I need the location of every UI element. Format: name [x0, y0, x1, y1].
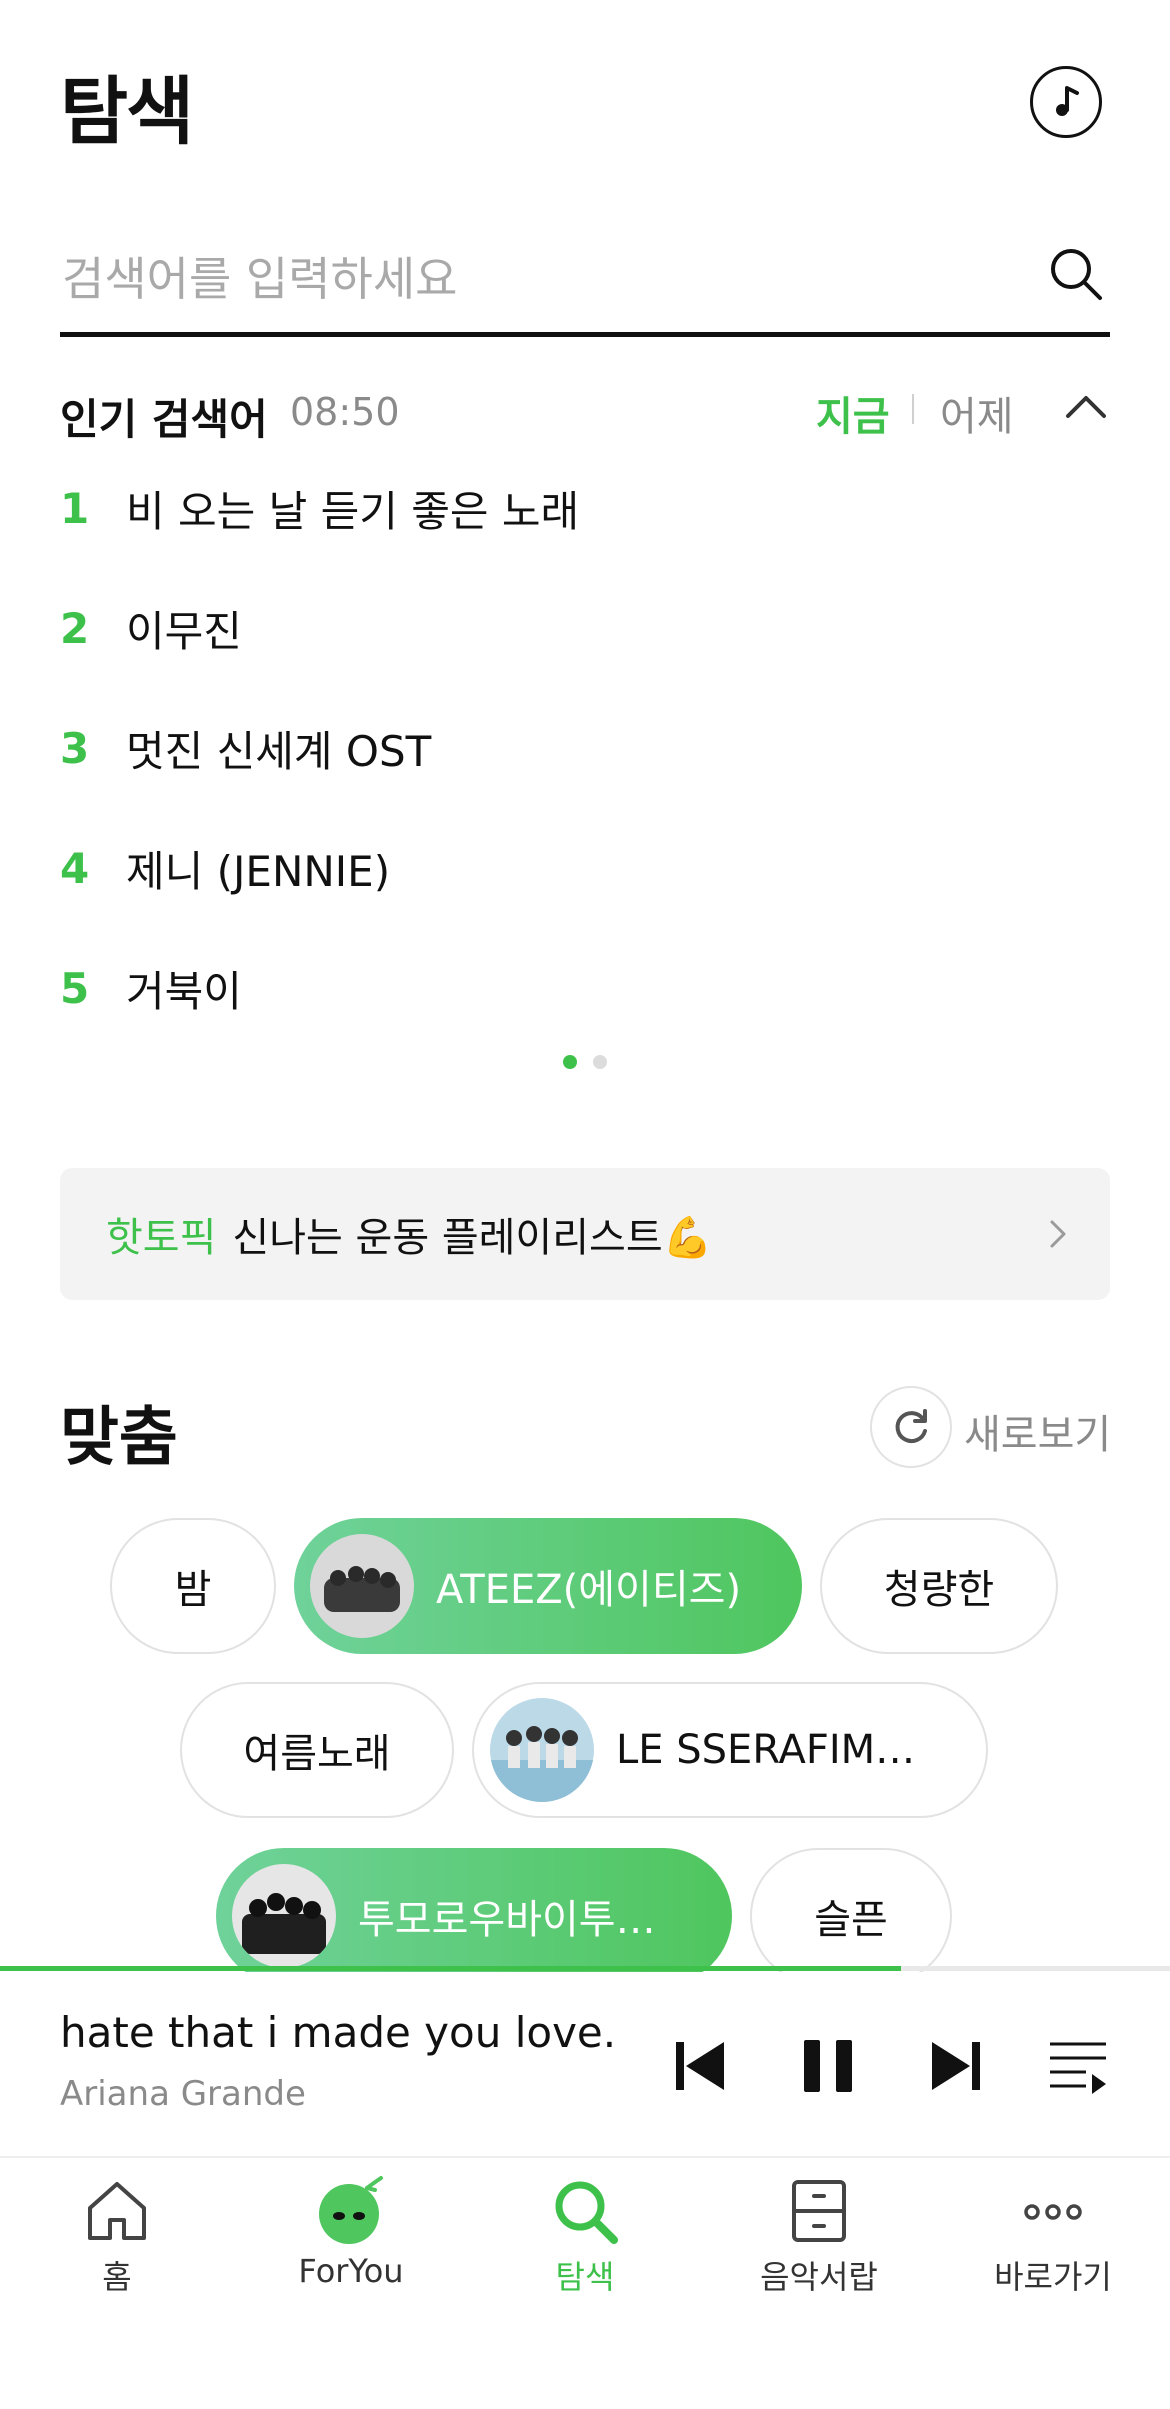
chip-label: 청량한 [883, 1567, 995, 1613]
mini-player[interactable] [0, 1972, 1170, 2156]
skip-previous-icon [676, 2042, 724, 2090]
refresh-icon [895, 1409, 927, 1444]
chip-label: 밤 [174, 1567, 212, 1613]
playback-progress-fill [0, 1966, 901, 1971]
tab-now[interactable]: 지금 [816, 384, 890, 442]
tag-chip[interactable]: 청량한 [820, 1518, 1058, 1654]
collapse-button[interactable] [1064, 384, 1108, 432]
rank-number: 4 [60, 843, 90, 893]
search-term: 제니 (JENNIE) [126, 846, 391, 896]
pause-icon [804, 2040, 852, 2092]
chip-label: LE SSERAFIM… [616, 1727, 916, 1773]
tab-yesterday[interactable]: 어제 [940, 384, 1014, 442]
page-dot [593, 1055, 607, 1069]
pause-button[interactable] [800, 2036, 856, 2100]
popular-searches-title: 인기 검색어 [60, 395, 268, 444]
next-button[interactable] [928, 2036, 984, 2100]
hot-topic-text: 신나는 운동 플레이리스트💪 [232, 1215, 713, 1261]
hot-topic-banner[interactable]: 핫토픽 신나는 운동 플레이리스트💪 [60, 1168, 1110, 1300]
artist-avatar [232, 1864, 336, 1968]
tag-chip[interactable]: 슬픈 [750, 1848, 952, 1984]
search-term: 이무진 [126, 606, 242, 656]
tab-divider [912, 394, 914, 424]
nav-music-drawer[interactable]: 음악서랍 [702, 2176, 936, 2298]
now-playing-artist[interactable]: Ariana Grande [60, 2074, 306, 2114]
search-term: 비 오는 날 듣기 좋은 노래 [126, 486, 580, 536]
search-term: 거북이 [126, 966, 242, 1016]
popular-searches-time: 08:50 [290, 390, 400, 434]
hot-topic-label: 핫토픽 [106, 1215, 217, 1261]
nav-label: 탐색 [555, 2258, 615, 2296]
tag-chip[interactable]: 여름노래 [180, 1682, 454, 1818]
music-recognition-button[interactable] [1030, 66, 1102, 138]
skip-next-icon [932, 2042, 980, 2090]
drawer-icon [792, 2180, 846, 2242]
artist-chip[interactable]: LE SSERAFIM… [472, 1682, 988, 1818]
chip-label: 투모로우바이투… [358, 1897, 656, 1943]
chip-label: 슬픈 [814, 1897, 888, 1943]
page-dot-active [563, 1055, 577, 1069]
popular-search-item[interactable]: 4 제니 (JENNIE) [60, 828, 1110, 908]
bottom-nav-divider [0, 2156, 1170, 2158]
previous-button[interactable] [672, 2036, 728, 2100]
nav-label: 바로가기 [994, 2258, 1112, 2296]
chevron-right-icon [1050, 1220, 1066, 1248]
custom-section-title: 맞춤 [60, 1401, 178, 1475]
popular-search-item[interactable]: 2 이무진 [60, 588, 1110, 668]
nav-label: 음악서랍 [760, 2258, 878, 2296]
nav-label: ForYou [298, 2252, 404, 2290]
search-icon [555, 2181, 618, 2244]
artist-avatar [310, 1534, 414, 1638]
rank-number: 5 [60, 963, 90, 1013]
tag-chip[interactable]: 밤 [110, 1518, 276, 1654]
popular-search-item[interactable]: 5 거북이 [60, 948, 1110, 1028]
home-icon [88, 2182, 146, 2240]
search-input[interactable] [60, 248, 1024, 310]
nav-shortcuts[interactable]: 바로가기 [936, 2176, 1170, 2298]
chevron-up-icon [1066, 396, 1106, 418]
now-playing-title[interactable]: hate that i made you love... [60, 2008, 620, 2057]
popular-search-item[interactable]: 1 비 오는 날 듣기 좋은 노래 [60, 468, 1110, 548]
playlist-icon [1050, 2042, 1106, 2094]
rank-number: 3 [60, 723, 90, 773]
more-icon [1024, 2204, 1082, 2220]
foryou-character-icon [319, 2176, 383, 2244]
rank-number: 1 [60, 483, 90, 533]
playlist-button[interactable] [1046, 2036, 1110, 2100]
page-title: 탐색 [60, 69, 194, 155]
music-note-icon [1056, 86, 1079, 116]
chip-label: 여름노래 [243, 1731, 391, 1777]
search-underline [60, 332, 1110, 337]
refresh-button[interactable] [870, 1386, 952, 1468]
chip-label: ATEEZ(에이티즈) [436, 1567, 742, 1613]
artist-avatar [490, 1698, 594, 1802]
nav-home[interactable]: 홈 [0, 2176, 234, 2298]
refresh-label[interactable]: 새로보기 [964, 1402, 1111, 1460]
search-icon[interactable] [1046, 244, 1106, 308]
rank-number: 2 [60, 603, 90, 653]
artist-chip[interactable]: 투모로우바이투… [216, 1848, 732, 1984]
search-term: 멋진 신세계 OST [126, 726, 432, 776]
nav-search[interactable]: 탐색 [468, 2176, 702, 2298]
nav-foryou[interactable]: ForYou [234, 2176, 468, 2290]
artist-chip[interactable]: ATEEZ(에이티즈) [294, 1518, 802, 1654]
nav-label: 홈 [102, 2258, 132, 2296]
popular-search-item[interactable]: 3 멋진 신세계 OST [60, 708, 1110, 788]
